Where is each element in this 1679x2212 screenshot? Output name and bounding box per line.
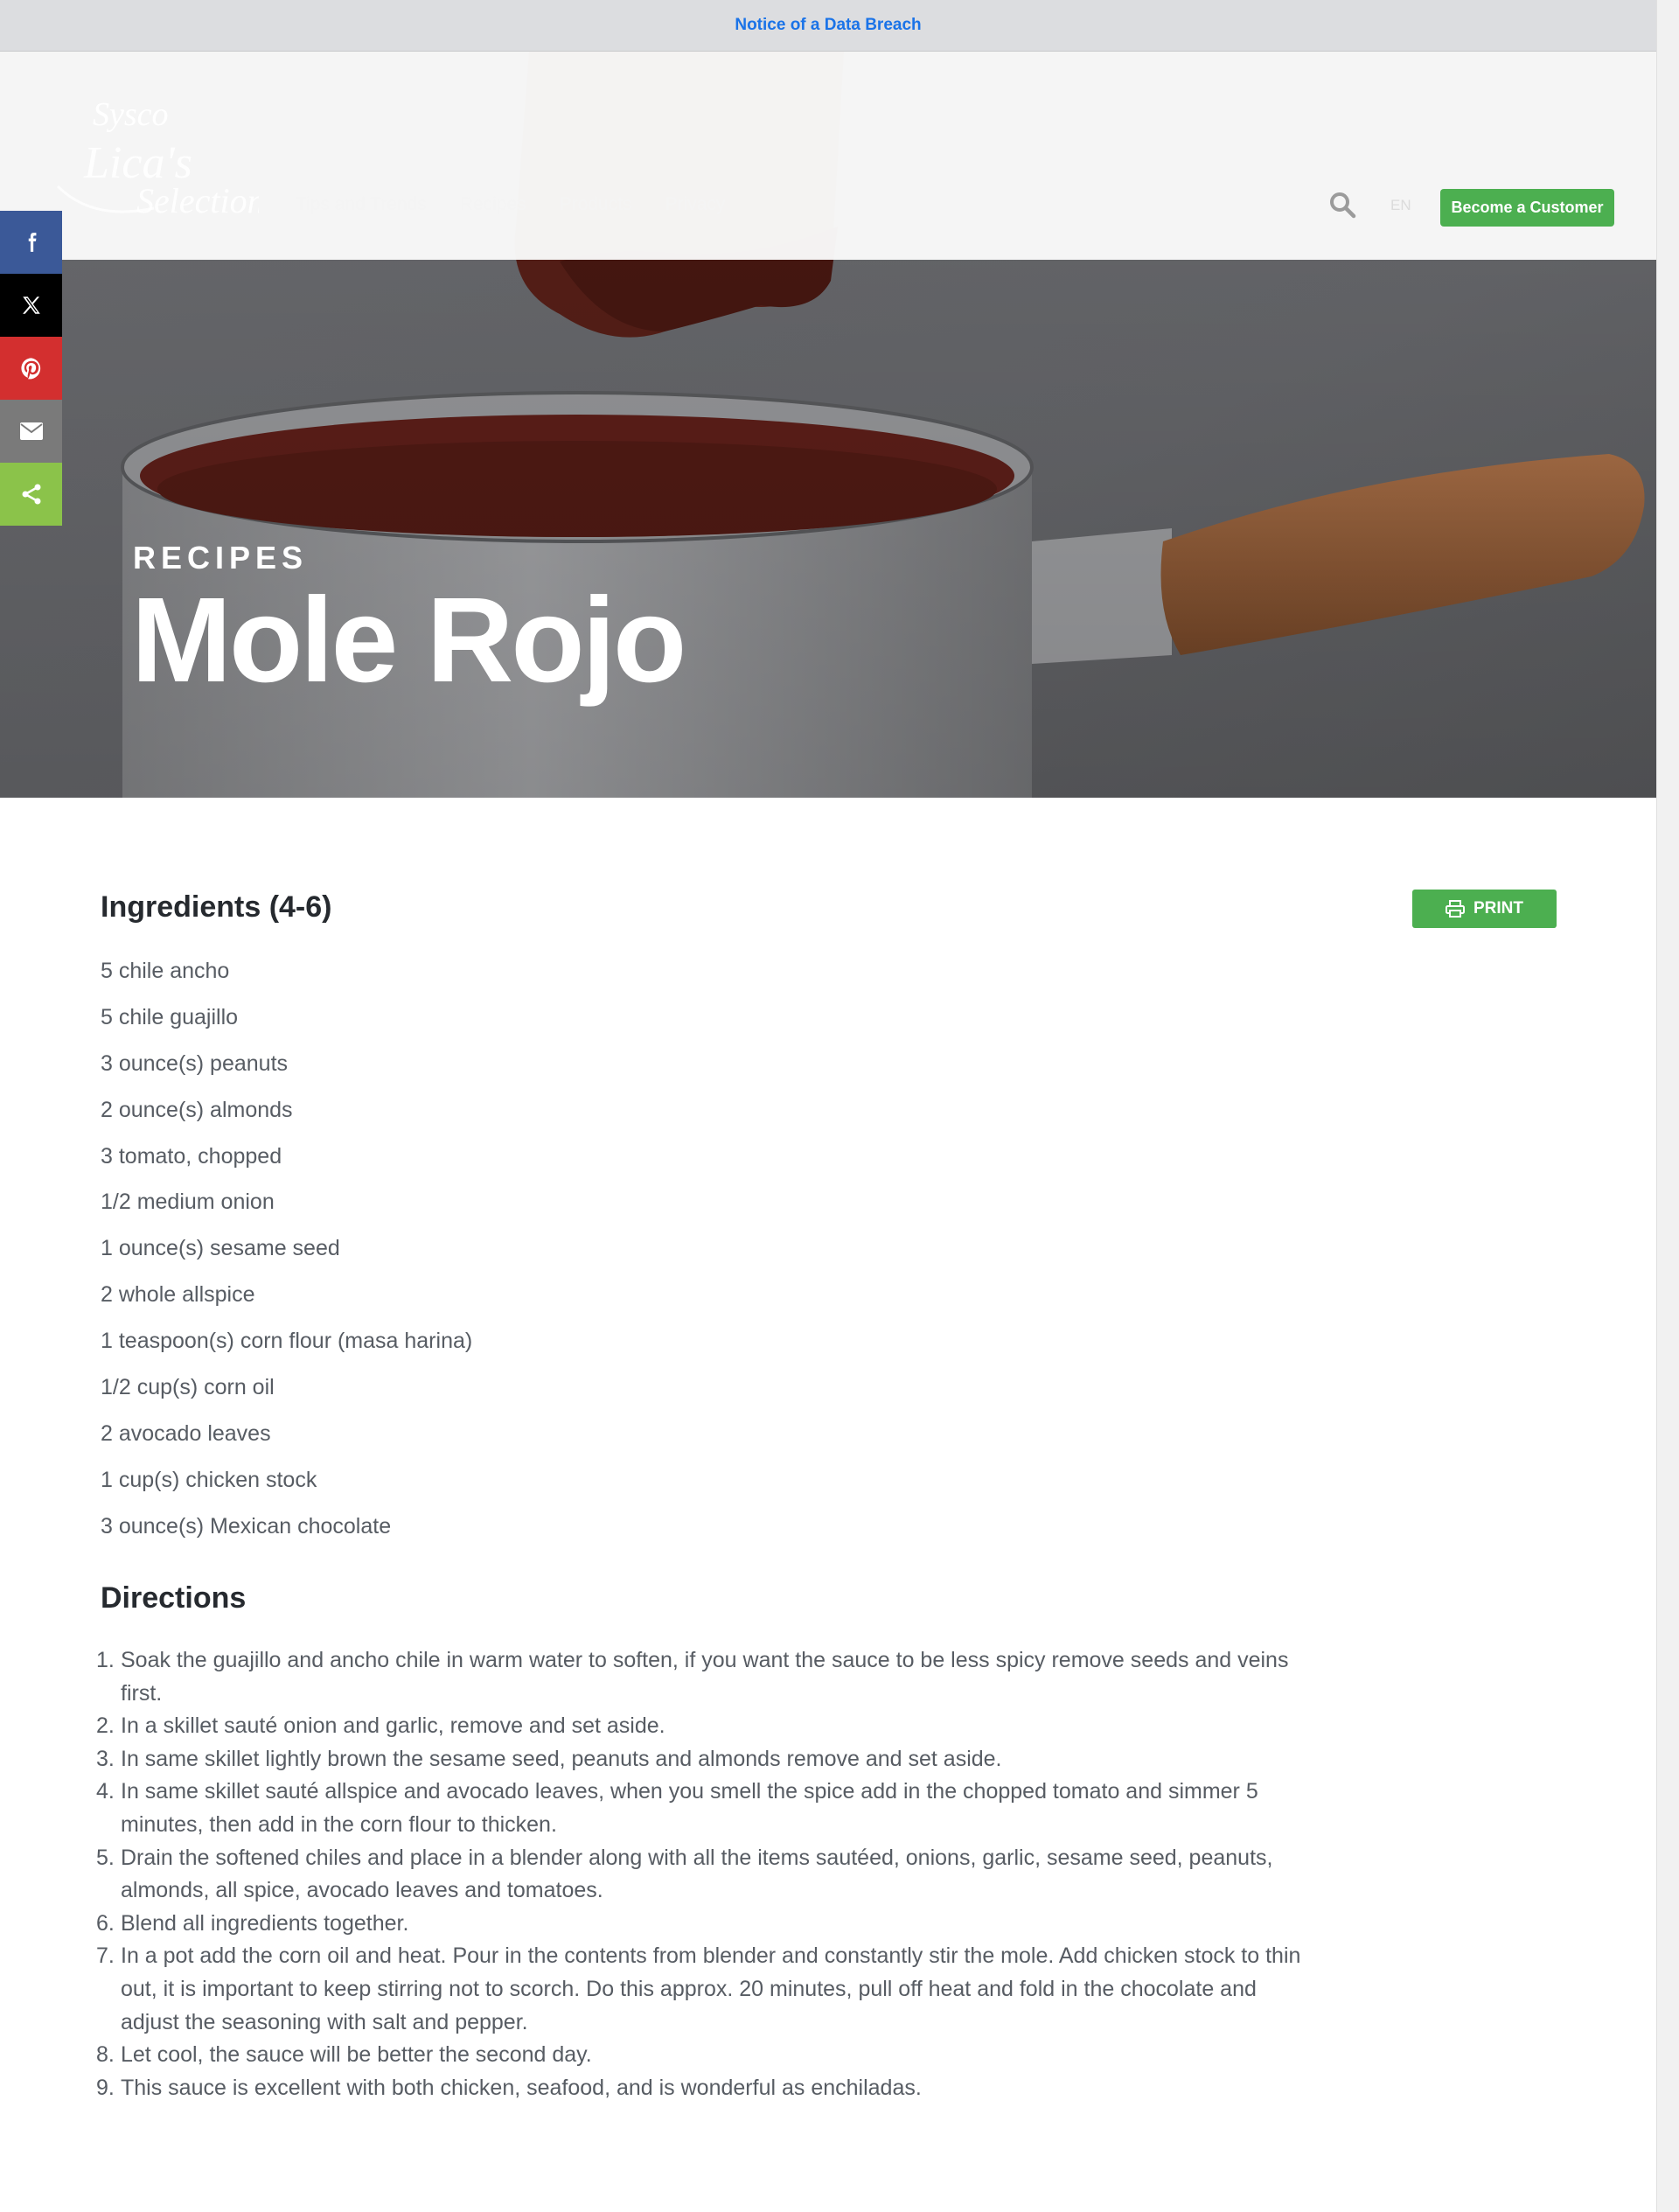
ingredients-list: 5 chile ancho 5 chile guajillo 3 ounce(s…: [101, 953, 472, 1555]
hero-eyebrow: RECIPES: [133, 540, 309, 576]
share-x-button[interactable]: [0, 274, 62, 337]
ingredients-heading: Ingredients (4-6): [101, 890, 332, 924]
ingredient-item: 1 cup(s) chicken stock: [101, 1467, 317, 1492]
ingredient-item: 3 ounce(s) peanuts: [101, 1050, 289, 1076]
step-number: 2.: [96, 1713, 115, 1739]
direction-step: 8. Let cool, the sauce will be better the…: [96, 2039, 1303, 2072]
step-number: 1.: [96, 1648, 115, 1672]
svg-text:Sysco: Sysco: [93, 96, 169, 133]
page-scrollbar[interactable]: [1656, 0, 1679, 2212]
facebook-icon: [28, 233, 36, 252]
become-a-customer-button[interactable]: Become a Customer: [1440, 189, 1614, 227]
step-text: In a skillet sauté onion and garlic, rem…: [121, 1713, 665, 1739]
step-number: 8.: [96, 2042, 115, 2068]
site-header: Sysco Lica's Selection Tips and Trends R…: [0, 52, 1656, 260]
notice-bar: Notice of a Data Breach: [0, 0, 1656, 52]
step-text: Drain the softened chiles and place in a…: [121, 1845, 1273, 1903]
ingredient-item: 1 teaspoon(s) corn flour (masa harina): [101, 1329, 473, 1354]
share-more-button[interactable]: [0, 463, 62, 526]
step-text: Soak the guajillo and ancho chile in war…: [121, 1648, 1289, 1706]
search-icon[interactable]: [1327, 190, 1357, 220]
direction-step: 2. In a skillet sauté onion and garlic, r…: [96, 1710, 1303, 1743]
data-breach-notice-link[interactable]: Notice of a Data Breach: [735, 16, 921, 35]
step-number: 3.: [96, 1746, 115, 1771]
ingredient-item: 1/2 cup(s) corn oil: [101, 1375, 275, 1400]
nav-recipes[interactable]: Recipes: [460, 194, 526, 215]
ingredient-item: 2 ounce(s) almonds: [101, 1097, 293, 1122]
share-email-button[interactable]: [0, 400, 62, 463]
ingredient-item: 2 whole allspice: [101, 1282, 255, 1308]
nav-products[interactable]: Products: [560, 194, 632, 215]
step-number: 9.: [96, 2075, 115, 2100]
sysco-licas-selection-logo[interactable]: Sysco Lica's Selection: [49, 90, 259, 230]
direction-step: 7. In a pot add the corn oil and heat. Po…: [96, 1940, 1303, 2039]
step-text: In same skillet sauté allspice and avoca…: [121, 1779, 1258, 1837]
page-title: Mole Rojo: [131, 573, 686, 708]
share-icon: [22, 484, 40, 505]
email-icon: [19, 422, 43, 440]
step-text: In same skillet lightly brown the sesame…: [121, 1746, 1002, 1771]
ingredient-item: 3 tomato, chopped: [101, 1143, 282, 1169]
ingredient-item: 5 chile ancho: [101, 959, 230, 983]
pinterest-icon: [20, 358, 40, 380]
step-number: 7.: [96, 1943, 115, 1969]
ingredient-item: 3 ounce(s) Mexican chocolate: [101, 1513, 392, 1539]
svg-text:Selection: Selection: [136, 181, 259, 220]
nav-privacy[interactable]: Privacy: [665, 194, 726, 215]
step-text: This sauce is excellent with both chicke…: [121, 2075, 922, 2100]
direction-step: 1. Soak the guajillo and ancho chile in w…: [96, 1644, 1303, 1710]
ingredient-item: 2 avocado leaves: [101, 1420, 271, 1446]
step-number: 4.: [96, 1779, 115, 1804]
page: Notice of a Data Breach Sysco Lica's Sel…: [0, 0, 1656, 2212]
ingredient-item: 5 chile guajillo: [101, 1004, 239, 1029]
printer-icon: [1446, 900, 1465, 918]
ingredient-item: 1/2 medium onion: [101, 1190, 275, 1215]
directions-list: 1. Soak the guajillo and ancho chile in w…: [96, 1644, 1303, 2104]
direction-step: 4. In same skillet sauté allspice and avo…: [96, 1776, 1303, 1841]
step-number: 5.: [96, 1845, 115, 1870]
direction-step: 5. Drain the softened chiles and place in…: [96, 1842, 1303, 1908]
ingredient-item: 1 ounce(s) sesame seed: [101, 1236, 340, 1261]
language-selector[interactable]: EN: [1390, 197, 1411, 214]
step-text: In a pot add the corn oil and heat. Pour…: [121, 1943, 1301, 2034]
step-text: Blend all ingredients together.: [121, 1910, 409, 1936]
nav-tips-and-trends[interactable]: Tips and Trends: [296, 194, 427, 215]
step-number: 6.: [96, 1910, 115, 1936]
print-label: PRINT: [1473, 899, 1523, 918]
print-button[interactable]: PRINT: [1412, 890, 1557, 928]
x-icon: [22, 297, 40, 314]
direction-step: 3. In same skillet lightly brown the sesa…: [96, 1743, 1303, 1776]
directions-heading: Directions: [101, 1581, 247, 1615]
main-nav: Tips and Trends Recipes Products Privacy: [296, 194, 725, 215]
direction-step: 6. Blend all ingredients together.: [96, 1908, 1303, 1941]
share-facebook-button[interactable]: [0, 211, 62, 274]
step-text: Let cool, the sauce will be better the s…: [121, 2042, 592, 2068]
share-pinterest-button[interactable]: [0, 337, 62, 400]
direction-step: 9. This sauce is excellent with both chic…: [96, 2072, 1303, 2105]
